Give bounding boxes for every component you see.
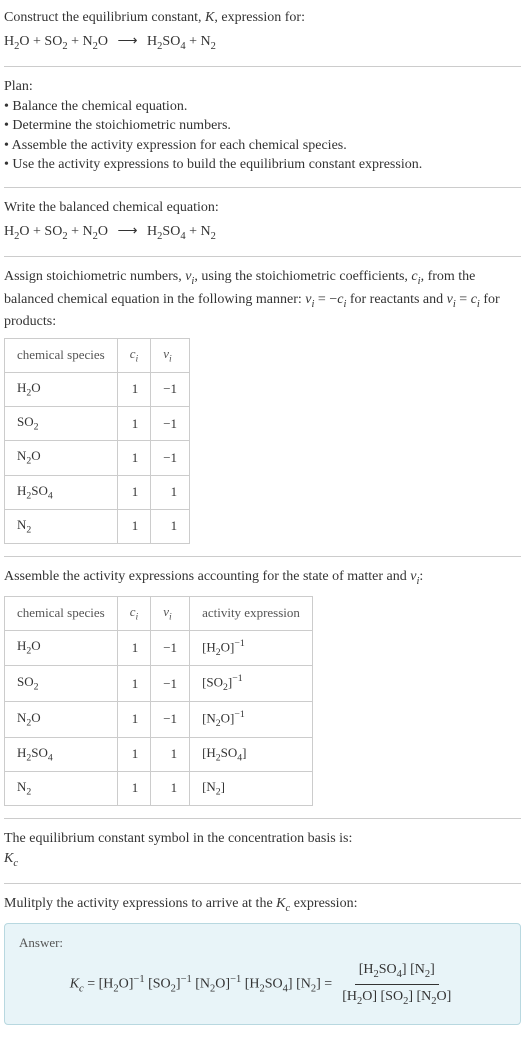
- balanced-equation: H2O + SO2 + N2O ⟶ H2SO4 + N2: [4, 222, 521, 244]
- col-nu: νi: [151, 596, 190, 630]
- input-equation: H2O + SO2 + N2O ⟶ H2SO4 + N2: [4, 32, 521, 54]
- divider: [4, 818, 521, 819]
- multiply-intro: Mulitply the activity expressions to arr…: [4, 894, 521, 916]
- divider: [4, 256, 521, 257]
- cell-nu: −1: [151, 441, 190, 475]
- plan-item: Use the activity expressions to build th…: [4, 155, 521, 175]
- col-species: chemical species: [5, 596, 118, 630]
- col-species: chemical species: [5, 338, 118, 372]
- cell-c: 1: [117, 407, 151, 441]
- cell-nu: 1: [151, 509, 190, 543]
- cell-nu: 1: [151, 737, 190, 771]
- cell-nu: 1: [151, 771, 190, 805]
- cell-c: 1: [117, 630, 151, 666]
- table-header-row: chemical species ci νi activity expressi…: [5, 596, 313, 630]
- plan-item: Determine the stoichiometric numbers.: [4, 116, 521, 136]
- cell-species: N2: [5, 771, 118, 805]
- cell-species: H2SO4: [5, 737, 118, 771]
- col-nu: νi: [151, 338, 190, 372]
- divider: [4, 556, 521, 557]
- table-row: H2SO411: [5, 475, 190, 509]
- plan-item: Balance the chemical equation.: [4, 97, 521, 117]
- col-activity: activity expression: [190, 596, 313, 630]
- table-row: H2SO411[H2SO4]: [5, 737, 313, 771]
- symbol-section: The equilibrium constant symbol in the c…: [4, 829, 521, 871]
- activity-section: Assemble the activity expressions accoun…: [4, 567, 521, 806]
- cell-nu: −1: [151, 630, 190, 666]
- arrow-icon: ⟶: [117, 224, 137, 239]
- plan-list: Balance the chemical equation. Determine…: [4, 97, 521, 175]
- cell-species: H2O: [5, 372, 118, 406]
- cell-c: 1: [117, 701, 151, 737]
- table-row: H2O1−1: [5, 372, 190, 406]
- cell-species: SO2: [5, 666, 118, 702]
- symbol-intro: The equilibrium constant symbol in the c…: [4, 829, 521, 849]
- cell-nu: −1: [151, 407, 190, 441]
- activity-table: chemical species ci νi activity expressi…: [4, 596, 313, 806]
- table-row: N2O1−1: [5, 441, 190, 475]
- plan-item: Assemble the activity expression for eac…: [4, 136, 521, 156]
- balanced-section: Write the balanced chemical equation: H2…: [4, 198, 521, 244]
- answer-label: Answer:: [19, 934, 506, 952]
- header-prompt: Construct the equilibrium constant, K, e…: [4, 8, 521, 54]
- cell-species: N2: [5, 509, 118, 543]
- cell-activity: [N2]: [190, 771, 313, 805]
- cell-c: 1: [117, 509, 151, 543]
- stoich-intro: Assign stoichiometric numbers, νi, using…: [4, 267, 521, 332]
- cell-c: 1: [117, 771, 151, 805]
- cell-species: H2O: [5, 630, 118, 666]
- cell-nu: −1: [151, 701, 190, 737]
- table-row: N2O1−1[N2O]−1: [5, 701, 313, 737]
- cell-activity: [SO2]−1: [190, 666, 313, 702]
- cell-species: SO2: [5, 407, 118, 441]
- symbol-Kc: Kc: [4, 849, 521, 871]
- cell-species: N2O: [5, 441, 118, 475]
- fraction-denominator: [H2O] [SO2] [N2O]: [338, 985, 455, 1009]
- prompt-text: Construct the equilibrium constant,: [4, 10, 205, 25]
- cell-c: 1: [117, 737, 151, 771]
- cell-nu: −1: [151, 666, 190, 702]
- col-c: ci: [117, 596, 151, 630]
- cell-species: H2SO4: [5, 475, 118, 509]
- divider: [4, 66, 521, 67]
- answer-expression: Kc = [H2O]−1 [SO2]−1 [N2O]−1 [H2SO4] [N2…: [19, 960, 506, 1010]
- balanced-intro: Write the balanced chemical equation:: [4, 198, 521, 218]
- table-row: SO21−1[SO2]−1: [5, 666, 313, 702]
- table-header-row: chemical species ci νi: [5, 338, 190, 372]
- answer-box: Answer: Kc = [H2O]−1 [SO2]−1 [N2O]−1 [H2…: [4, 923, 521, 1025]
- fraction: [H2SO4] [N2] [H2O] [SO2] [N2O]: [338, 960, 455, 1010]
- plan-section: Plan: Balance the chemical equation. Det…: [4, 77, 521, 175]
- cell-nu: 1: [151, 475, 190, 509]
- cell-c: 1: [117, 372, 151, 406]
- arrow-icon: ⟶: [117, 34, 137, 49]
- plan-title: Plan:: [4, 77, 521, 97]
- table-row: N211[N2]: [5, 771, 313, 805]
- fraction-numerator: [H2SO4] [N2]: [355, 960, 439, 985]
- col-c: ci: [117, 338, 151, 372]
- divider: [4, 187, 521, 188]
- stoich-table: chemical species ci νi H2O1−1 SO21−1 N2O…: [4, 338, 190, 544]
- stoich-section: Assign stoichiometric numbers, νi, using…: [4, 267, 521, 544]
- table-row: N211: [5, 509, 190, 543]
- cell-nu: −1: [151, 372, 190, 406]
- cell-activity: [N2O]−1: [190, 701, 313, 737]
- cell-c: 1: [117, 666, 151, 702]
- divider: [4, 883, 521, 884]
- activity-intro: Assemble the activity expressions accoun…: [4, 567, 521, 589]
- table-row: H2O1−1[H2O]−1: [5, 630, 313, 666]
- cell-activity: [H2SO4]: [190, 737, 313, 771]
- cell-activity: [H2O]−1: [190, 630, 313, 666]
- cell-c: 1: [117, 441, 151, 475]
- cell-species: N2O: [5, 701, 118, 737]
- table-row: SO21−1: [5, 407, 190, 441]
- multiply-section: Mulitply the activity expressions to arr…: [4, 894, 521, 1025]
- prompt-suffix: , expression for:: [214, 10, 305, 25]
- K-symbol: K: [205, 10, 214, 25]
- cell-c: 1: [117, 475, 151, 509]
